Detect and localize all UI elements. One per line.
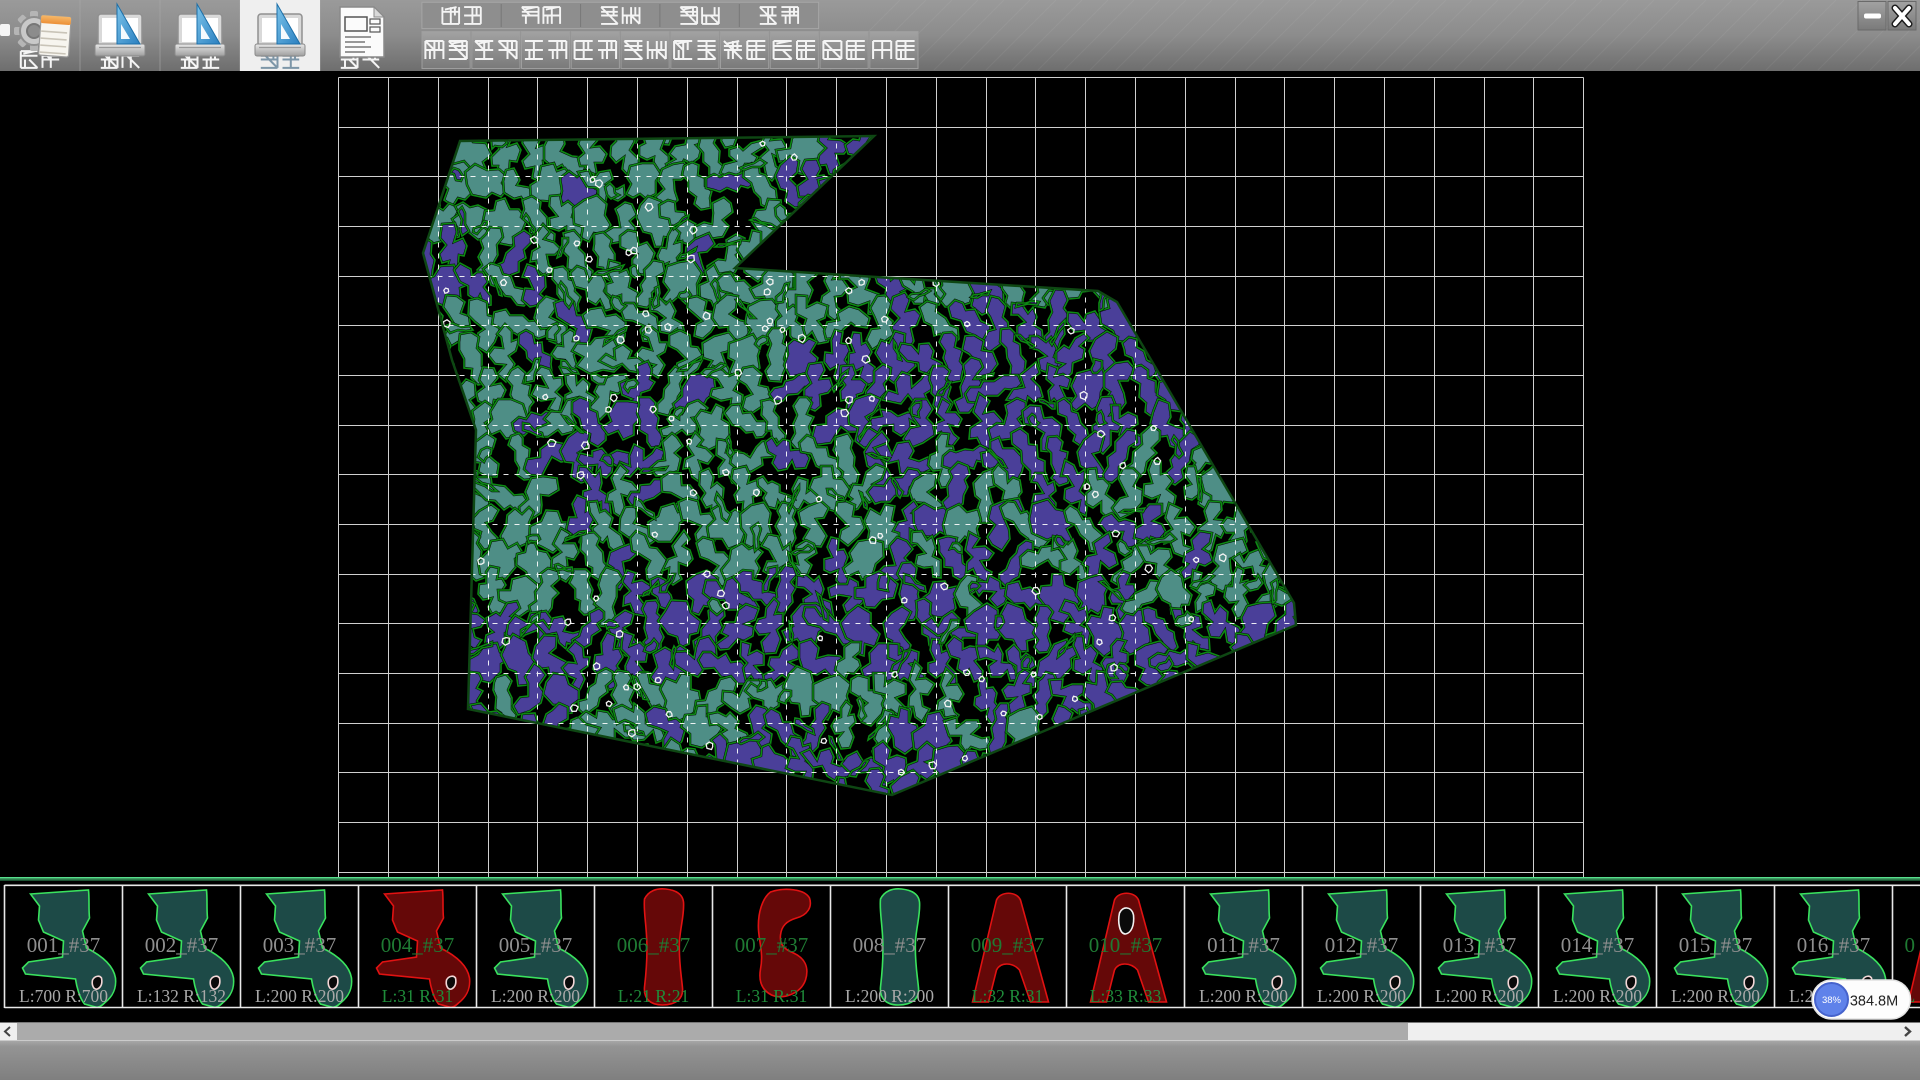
- svg-text:L:132 R:132: L:132 R:132: [137, 986, 226, 1006]
- svg-text:002_#37: 002_#37: [145, 933, 219, 957]
- svg-text:007_#37: 007_#37: [735, 933, 809, 957]
- svg-text:013_#37: 013_#37: [1443, 933, 1517, 957]
- svg-text:006_#37: 006_#37: [617, 933, 691, 957]
- svg-text:L:200 R:200: L:200 R:200: [845, 986, 934, 1006]
- svg-text:L:200 R:200: L:200 R:200: [1671, 986, 1760, 1006]
- svg-text:012_#37: 012_#37: [1325, 933, 1399, 957]
- svg-text:L:200 R:200: L:200 R:200: [255, 986, 344, 1006]
- svg-text:L:33 R:33: L:33 R:33: [1090, 986, 1162, 1006]
- svg-text:010_#37: 010_#37: [1089, 933, 1163, 957]
- svg-text:38%: 38%: [1822, 995, 1842, 1006]
- svg-text:009_#37: 009_#37: [971, 933, 1045, 957]
- svg-text:L:32 R:31: L:32 R:31: [972, 986, 1043, 1006]
- svg-text:L:700 R:700: L:700 R:700: [19, 986, 108, 1006]
- svg-text:001_#37: 001_#37: [27, 933, 101, 957]
- svg-text:L:200 R:200: L:200 R:200: [1199, 986, 1288, 1006]
- svg-text:005_#37: 005_#37: [499, 933, 573, 957]
- svg-text:L:200 R:200: L:200 R:200: [1317, 986, 1406, 1006]
- svg-text:L:200 R:200: L:200 R:200: [1435, 986, 1524, 1006]
- svg-text:016_#37: 016_#37: [1797, 933, 1871, 957]
- svg-text:L:31 R:31: L:31 R:31: [382, 986, 453, 1006]
- svg-text:003_#37: 003_#37: [263, 933, 337, 957]
- svg-text:L:200 R:200: L:200 R:200: [1553, 986, 1642, 1006]
- svg-text:L:200 R:200: L:200 R:200: [491, 986, 580, 1006]
- svg-text:L:31 R:31: L:31 R:31: [736, 986, 807, 1006]
- svg-text:014_#37: 014_#37: [1561, 933, 1635, 957]
- svg-text:0: 0: [1905, 933, 1916, 957]
- svg-text:008_#37: 008_#37: [853, 933, 927, 957]
- svg-text:L:21 R:21: L:21 R:21: [618, 986, 689, 1006]
- svg-text:015_#37: 015_#37: [1679, 933, 1753, 957]
- svg-text:011_#37: 011_#37: [1207, 933, 1280, 957]
- svg-text:384.8M: 384.8M: [1850, 994, 1898, 1010]
- svg-text:004_#37: 004_#37: [381, 933, 455, 957]
